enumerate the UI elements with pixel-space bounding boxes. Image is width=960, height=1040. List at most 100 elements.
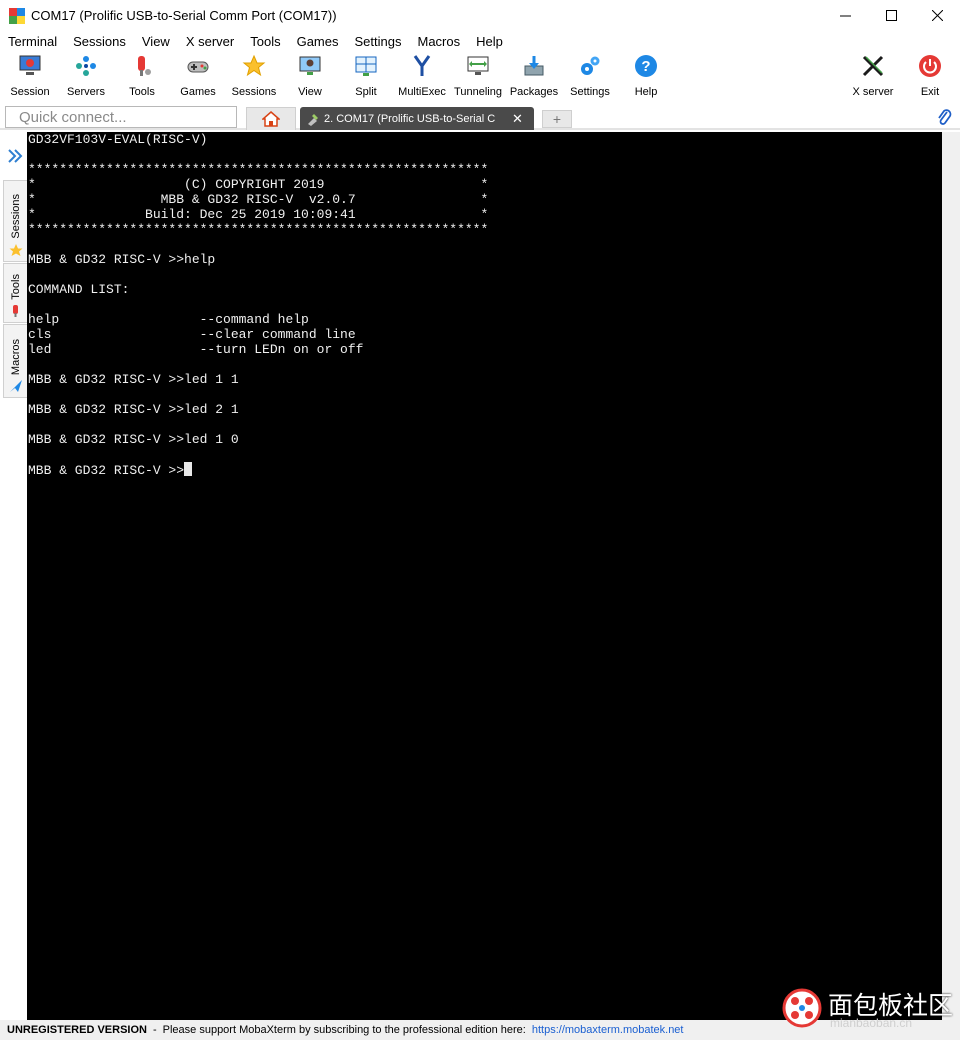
terminal-line: ****************************************… xyxy=(28,222,489,237)
gear-icon xyxy=(581,56,600,75)
terminal-prompt-line: MBB & GD32 RISC-V >> xyxy=(28,462,942,478)
side-tab-sessions[interactable]: Sessions xyxy=(3,180,27,262)
x-server-icon xyxy=(862,55,884,77)
terminal-line: MBB & GD32 RISC-V >>led 1 1 xyxy=(28,372,239,387)
terminal-line: ****************************************… xyxy=(28,162,489,177)
terminal-line: * (C) COPYRIGHT 2019 * xyxy=(28,177,489,192)
menu-terminal[interactable]: Terminal xyxy=(0,34,65,49)
menu-x-server[interactable]: X server xyxy=(178,34,242,49)
maximize-icon xyxy=(885,10,897,21)
menu-tools[interactable]: Tools xyxy=(242,34,288,49)
tab-com17-session[interactable]: 2. COM17 (Prolific USB-to-Serial C ✕ xyxy=(300,107,534,130)
multiexec-button[interactable]: MultiExec xyxy=(394,53,450,101)
help-icon: ? xyxy=(635,55,657,77)
terminal-line: COMMAND LIST: xyxy=(28,282,130,297)
terminal-line: MBB & GD32 RISC-V >>led 1 0 xyxy=(28,432,239,447)
close-window-button[interactable] xyxy=(914,0,960,31)
help-button[interactable]: ? Help xyxy=(618,53,674,101)
quick-connect-input[interactable] xyxy=(5,106,237,128)
terminal-output[interactable]: GD32VF103V-EVAL(RISC-V) ****************… xyxy=(27,132,942,1020)
mobatek-link[interactable]: https://mobaxterm.mobatek.net xyxy=(532,1024,684,1036)
macro-arrow-icon xyxy=(9,380,22,392)
paperclip-icon xyxy=(938,109,952,125)
star-icon xyxy=(242,54,266,77)
packages-icon xyxy=(524,56,544,76)
home-icon xyxy=(262,111,280,127)
terminal-line: help --command help xyxy=(28,312,309,327)
exit-button[interactable]: Exit xyxy=(902,53,958,101)
sessions-button[interactable]: Sessions xyxy=(226,53,282,101)
terminal-line: GD32VF103V-EVAL(RISC-V) xyxy=(28,132,208,147)
tab-close-button[interactable]: ✕ xyxy=(512,111,523,127)
terminal-scrollbar[interactable] xyxy=(942,132,960,1020)
menu-sessions[interactable]: Sessions xyxy=(65,34,134,49)
svg-text:?: ? xyxy=(641,58,650,75)
terminal-line: cls --clear command line xyxy=(28,327,356,342)
menu-settings[interactable]: Settings xyxy=(347,34,410,49)
attachment-button[interactable] xyxy=(936,108,952,129)
status-message: Please support MobaXterm by subscribing … xyxy=(162,1024,526,1036)
watermark-logo-icon xyxy=(782,988,822,1028)
minimize-button[interactable] xyxy=(822,0,868,31)
main-toolbar: Session Servers Tools Games Sessions Vie… xyxy=(0,51,960,102)
maximize-button[interactable] xyxy=(868,0,914,31)
title-bar: COM17 (Prolific USB-to-Serial Comm Port … xyxy=(0,0,960,31)
tools-button[interactable]: Tools xyxy=(114,53,170,101)
tunneling-button[interactable]: Tunneling xyxy=(450,53,506,101)
packages-button[interactable]: Packages xyxy=(506,53,562,101)
terminal-line: * MBB & GD32 RISC-V v2.0.7 * xyxy=(28,192,489,207)
menu-macros[interactable]: Macros xyxy=(409,34,468,49)
menu-bar: Terminal Sessions View X server Tools Ga… xyxy=(0,31,960,51)
session-button[interactable]: Session xyxy=(2,53,58,101)
terminal-prompt: MBB & GD32 RISC-V >> xyxy=(28,463,185,478)
home-tab[interactable] xyxy=(246,107,296,130)
split-button[interactable]: Split xyxy=(338,53,394,101)
tab-title: 2. COM17 (Prolific USB-to-Serial C xyxy=(324,112,496,125)
terminal-line: * Build: Dec 25 2019 10:09:41 * xyxy=(28,207,489,222)
expand-sidebar-button[interactable] xyxy=(7,148,23,169)
terminal-cursor xyxy=(184,462,193,476)
close-icon xyxy=(931,10,943,21)
window-title: COM17 (Prolific USB-to-Serial Comm Port … xyxy=(31,8,337,23)
terminal-line: MBB & GD32 RISC-V >>help xyxy=(28,252,216,267)
side-panel: Sessions Tools Macros xyxy=(0,132,27,1020)
view-icon xyxy=(299,56,321,75)
x-server-button[interactable]: X server xyxy=(845,53,901,101)
watermark: 面包板社区 mianbaoban.cn xyxy=(780,986,960,1036)
servers-icon xyxy=(76,56,96,76)
double-chevron-right-icon xyxy=(8,149,23,163)
menu-help[interactable]: Help xyxy=(468,34,511,49)
terminal-line: MBB & GD32 RISC-V >>led 2 1 xyxy=(28,402,239,417)
games-button[interactable]: Games xyxy=(170,53,226,101)
view-button[interactable]: View xyxy=(282,53,338,101)
new-tab-button[interactable]: + xyxy=(542,110,572,128)
side-tab-macros[interactable]: Macros xyxy=(3,324,27,398)
multiexec-icon xyxy=(413,55,431,76)
side-tab-tools[interactable]: Tools xyxy=(3,263,27,323)
terminal-line: led --turn LEDn on or off xyxy=(28,342,364,357)
menu-view[interactable]: View xyxy=(134,34,178,49)
servers-button[interactable]: Servers xyxy=(58,53,114,101)
menu-games[interactable]: Games xyxy=(289,34,347,49)
watermark-subtext: mianbaoban.cn xyxy=(830,1016,913,1030)
session-icon xyxy=(19,55,41,75)
tools-icon xyxy=(138,56,151,76)
tab-bar: 2. COM17 (Prolific USB-to-Serial C ✕ + xyxy=(0,104,960,130)
plus-icon: + xyxy=(552,111,562,127)
split-icon xyxy=(355,56,377,76)
tools-icon xyxy=(12,305,18,317)
status-separator: - xyxy=(152,1024,157,1036)
power-icon xyxy=(919,55,941,77)
settings-button[interactable]: Settings xyxy=(562,53,618,101)
minimize-icon xyxy=(839,15,851,17)
unregistered-label: UNREGISTERED VERSION xyxy=(7,1024,147,1036)
games-icon xyxy=(187,61,209,73)
